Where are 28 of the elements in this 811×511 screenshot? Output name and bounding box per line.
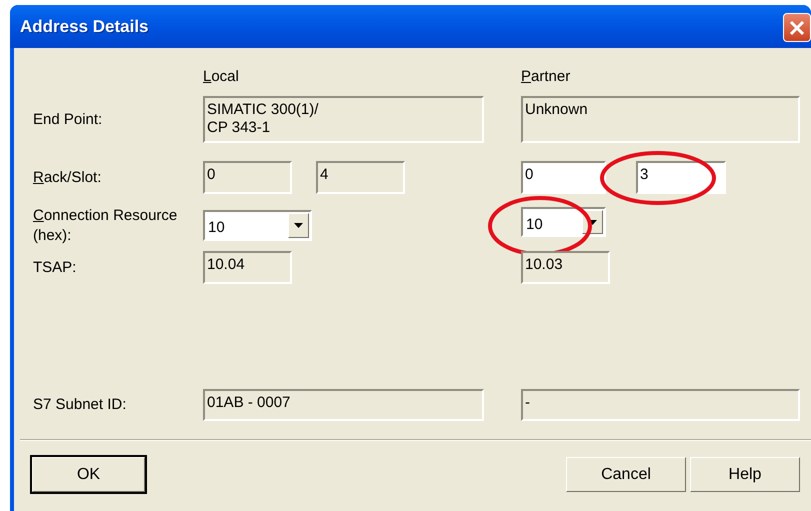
- dialog-button[interactable]: Cancel: [566, 457, 686, 492]
- dropdown-field[interactable]: 10: [521, 207, 606, 237]
- dropdown-button[interactable]: [288, 213, 309, 238]
- dialog-button[interactable]: Help: [690, 457, 800, 492]
- input-field[interactable]: 3: [636, 161, 726, 194]
- column-header: Local: [203, 68, 239, 85]
- field-label: TSAP:: [33, 258, 78, 278]
- readonly-field: SIMATIC 300(1)/ CP 343-1: [203, 96, 484, 143]
- window-title: Address Details: [20, 16, 148, 38]
- readonly-field: 0: [203, 161, 292, 194]
- readonly-field: 10.03: [521, 251, 610, 284]
- field-label: S7 Subnet ID:: [33, 395, 128, 415]
- readonly-field: Unknown: [521, 96, 800, 143]
- readonly-field: 10.04: [203, 251, 292, 284]
- dropdown-field[interactable]: 10: [203, 210, 312, 241]
- readonly-field: 01AB - 0007: [203, 389, 484, 421]
- caret-icon: [588, 220, 597, 224]
- field-label: Rack/Slot:: [33, 168, 102, 188]
- close-icon: [789, 20, 805, 36]
- readonly-field: 4: [316, 161, 405, 194]
- field-label: End Point:: [33, 110, 104, 130]
- input-field[interactable]: 0: [521, 161, 606, 194]
- dialog-button[interactable]: OK: [32, 457, 145, 492]
- caret-icon: [294, 223, 303, 228]
- readonly-field: -: [521, 389, 800, 421]
- column-header: Partner: [521, 68, 570, 85]
- close-button[interactable]: [783, 13, 811, 42]
- field-label: Connection Resource (hex):: [33, 206, 178, 246]
